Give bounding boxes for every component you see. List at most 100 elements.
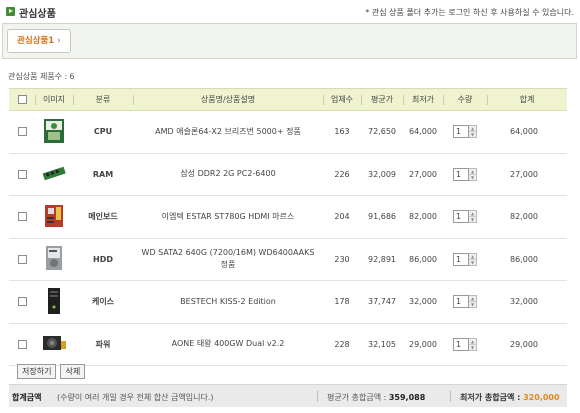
table-row: 케이스 BESTECH KISS-2 Edition 178 37,747 32…: [9, 281, 567, 324]
motherboard-image[interactable]: [44, 204, 64, 230]
row-category: 케이스: [91, 297, 115, 307]
row-low-price: 82,000: [409, 212, 437, 222]
row-checkbox[interactable]: [17, 169, 27, 179]
quantity-stepper[interactable]: 1 ▲ ▼: [453, 252, 477, 266]
power-supply-image[interactable]: [41, 333, 67, 355]
spin-down-icon[interactable]: ▼: [469, 301, 476, 307]
delete-button[interactable]: 삭제: [60, 364, 86, 379]
row-product-name[interactable]: 이엠텍 ESTAR ST780G HDMI 마르스: [133, 196, 323, 239]
quantity-stepper[interactable]: 1 ▲ ▼: [453, 167, 477, 181]
row-total: 29,000: [510, 339, 538, 349]
quantity-spinner[interactable]: ▲ ▼: [469, 252, 477, 266]
table-actions: 저장하기 삭제: [17, 364, 86, 379]
low-total: 최저가 총합금액 : 320,000: [460, 392, 560, 403]
spin-down-icon[interactable]: ▼: [469, 131, 476, 137]
row-category: CPU: [93, 127, 113, 137]
select-all-cell: [9, 88, 35, 111]
row-low-price: 64,000: [409, 127, 437, 137]
row-low-price: 29,000: [409, 339, 437, 349]
arrow-bullet-icon: [6, 7, 15, 16]
chevron-right-icon: ›: [57, 36, 61, 46]
row-avg-price: 91,686: [368, 212, 396, 222]
quantity-spinner[interactable]: ▲ ▼: [469, 210, 477, 224]
row-category: 파워: [95, 339, 111, 349]
quantity-input[interactable]: 1: [453, 167, 469, 181]
spin-down-icon[interactable]: ▼: [469, 258, 476, 265]
avg-total: 평균가 총합금액 : 359,088: [327, 392, 425, 403]
row-vendors: 226: [334, 169, 350, 179]
row-total: 27,000: [510, 169, 538, 179]
row-vendors: 163: [334, 127, 350, 137]
spin-down-icon[interactable]: ▼: [469, 216, 476, 222]
spin-down-icon[interactable]: ▼: [469, 343, 476, 350]
row-low-price: 32,000: [409, 297, 437, 307]
page-title: 관심상품: [19, 9, 56, 20]
quantity-input[interactable]: 1: [453, 337, 469, 351]
row-checkbox[interactable]: [17, 339, 27, 349]
cpu-box-image[interactable]: [43, 118, 65, 146]
row-product-name[interactable]: AMD 애슬론64-X2 브리즈번 5000+ 정품: [133, 111, 323, 154]
hdd-image[interactable]: [45, 245, 63, 273]
col-vendors: 업체수: [323, 88, 361, 111]
col-name: 상품명/상품설명: [133, 88, 323, 111]
total-label: 합계금액: [12, 393, 42, 402]
row-vendors: 230: [334, 254, 350, 264]
product-count: 관심상품 제품수 :6: [8, 71, 74, 82]
row-avg-price: 32,105: [368, 339, 396, 349]
low-total-label: 최저가 총합금액 :: [460, 393, 521, 402]
quantity-stepper[interactable]: 1 ▲ ▼: [453, 210, 477, 224]
table-row: RAM 삼성 DDR2 2G PC2-6400 226 32,009 27,00…: [9, 153, 567, 196]
row-category: HDD: [93, 254, 113, 264]
quantity-spinner[interactable]: ▲ ▼: [469, 295, 477, 309]
col-total: 합계: [487, 88, 567, 111]
low-total-value: 320,000: [523, 393, 560, 402]
row-avg-price: 32,009: [368, 169, 396, 179]
row-avg-price: 92,891: [368, 254, 396, 264]
row-total: 64,000: [510, 127, 538, 137]
row-checkbox[interactable]: [17, 127, 27, 137]
folder-tab-bar: 관심상품1 ›: [2, 23, 577, 59]
ram-stick-image[interactable]: [42, 165, 66, 183]
row-total: 32,000: [510, 297, 538, 307]
row-low-price: 27,000: [409, 169, 437, 179]
product-count-label: 관심상품 제품수 :: [8, 72, 68, 81]
row-avg-price: 72,650: [368, 127, 396, 137]
tab-interest-folder-1[interactable]: 관심상품1 ›: [7, 29, 71, 53]
row-checkbox[interactable]: [17, 297, 27, 307]
row-vendors: 228: [334, 339, 350, 349]
quantity-input[interactable]: 1: [453, 295, 469, 309]
row-product-name[interactable]: AONE 태왕 400GW Dual v2.2: [133, 323, 323, 366]
row-checkbox[interactable]: [17, 212, 27, 222]
quantity-stepper[interactable]: 1 ▲ ▼: [453, 125, 477, 139]
divider: [450, 391, 451, 402]
table-row: 파워 AONE 태왕 400GW Dual v2.2 228 32,105 29…: [9, 323, 567, 366]
avg-total-label: 평균가 총합금액 :: [327, 393, 387, 402]
divider: [317, 391, 318, 402]
spin-down-icon[interactable]: ▼: [469, 173, 476, 180]
save-button[interactable]: 저장하기: [17, 364, 57, 379]
quantity-stepper[interactable]: 1 ▲ ▼: [453, 295, 477, 309]
row-avg-price: 37,747: [368, 297, 396, 307]
row-product-name[interactable]: 삼성 DDR2 2G PC2-6400: [133, 153, 323, 196]
login-notice: * 관심 상품 폴더 추가는 로그인 하신 후 사용하실 수 있습니다.: [365, 8, 574, 17]
quantity-spinner[interactable]: ▲ ▼: [469, 167, 477, 181]
row-category: RAM: [92, 169, 114, 179]
row-product-name[interactable]: WD SATA2 640G (7200/16M) WD6400AAKS 정품: [133, 238, 323, 281]
select-all-checkbox[interactable]: [17, 95, 27, 104]
quantity-spinner[interactable]: ▲ ▼: [469, 337, 477, 351]
table-row: CPU AMD 애슬론64-X2 브리즈번 5000+ 정품 163 72,65…: [9, 111, 567, 154]
quantity-input[interactable]: 1: [453, 125, 469, 139]
pc-case-image[interactable]: [46, 287, 62, 317]
col-qty: 수량: [443, 88, 487, 111]
row-category: 메인보드: [88, 212, 118, 222]
row-product-name[interactable]: BESTECH KISS-2 Edition: [133, 281, 323, 324]
table-row: 메인보드 이엠텍 ESTAR ST780G HDMI 마르스 204 91,68…: [9, 196, 567, 239]
row-vendors: 178: [334, 297, 350, 307]
quantity-spinner[interactable]: ▲ ▼: [469, 125, 477, 139]
quantity-input[interactable]: 1: [453, 252, 469, 266]
row-checkbox[interactable]: [17, 254, 27, 264]
interest-product-table: 이미지 분류 상품명/상품설명 업체수 평균가 최저가 수량 합계 CPU AM…: [9, 88, 567, 366]
quantity-input[interactable]: 1: [453, 210, 469, 224]
quantity-stepper[interactable]: 1 ▲ ▼: [453, 337, 477, 351]
total-note: (수량이 여러 개일 경우 전체 합산 금액입니다.): [57, 393, 214, 402]
